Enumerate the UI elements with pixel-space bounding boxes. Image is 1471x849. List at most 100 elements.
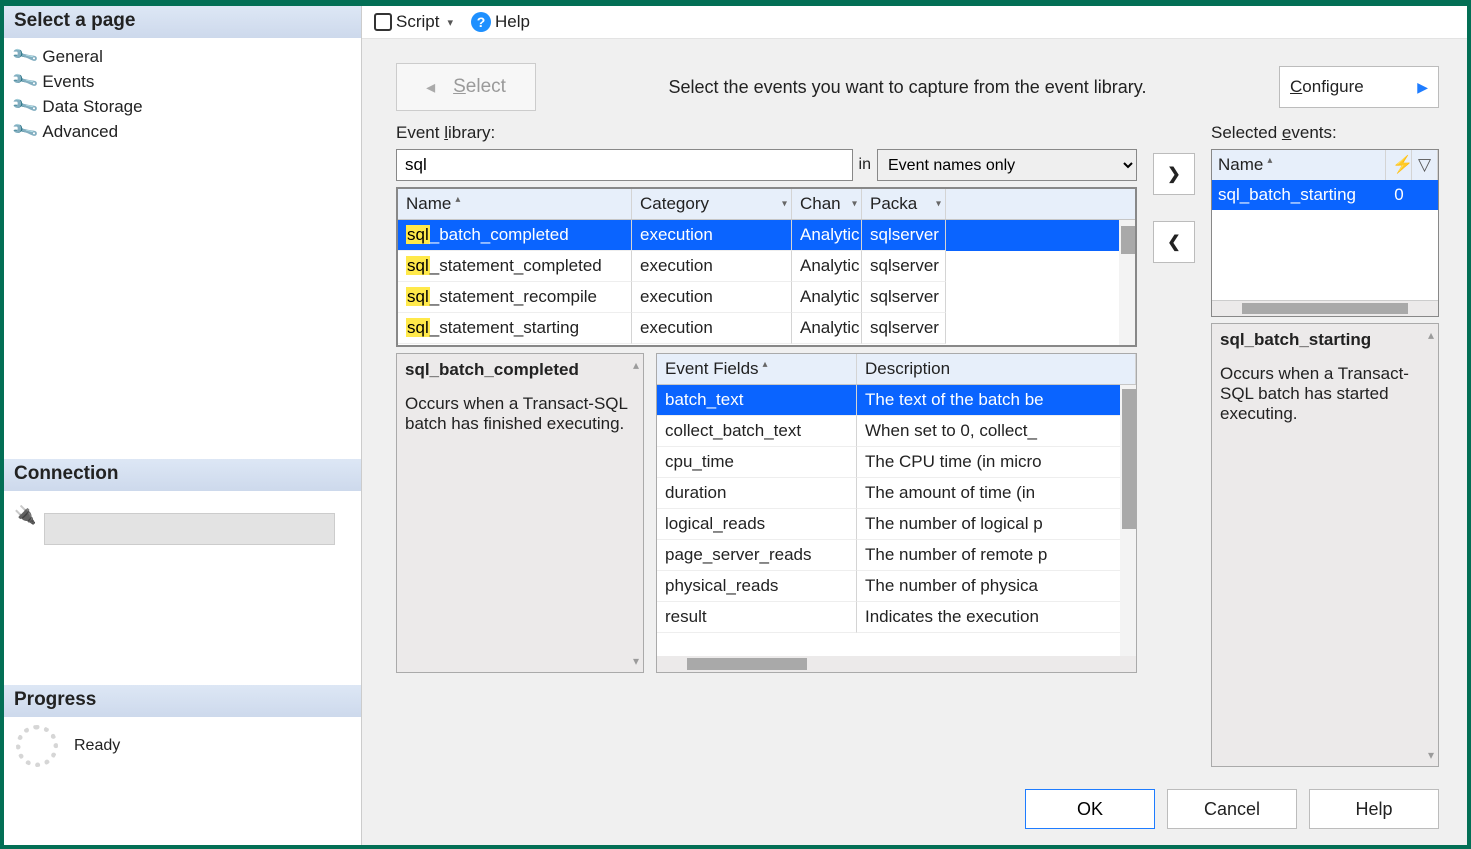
connection-header: Connection (4, 459, 361, 491)
field-row[interactable]: page_server_readsThe number of remote p (657, 540, 1136, 571)
fields-header: Event Fields▴ Description (657, 354, 1136, 385)
left-panel: Select a page 🔧 General 🔧 Events 🔧 Data … (4, 6, 362, 845)
configure-button[interactable]: Configure ▶ (1279, 66, 1439, 108)
col-description[interactable]: Description (857, 354, 1136, 384)
progress-header: Progress (4, 685, 361, 717)
grid-scroll-thumb[interactable] (1121, 226, 1135, 254)
script-label: Script (396, 12, 439, 32)
library-column: Event library: in Event names only Name▴… (396, 123, 1137, 767)
scroll-down-icon[interactable]: ▾ (633, 654, 639, 668)
chevron-right-icon: ❯ (1167, 164, 1180, 184)
add-event-button[interactable]: ❯ (1153, 153, 1195, 195)
selected-hscroll-thumb[interactable] (1242, 303, 1408, 314)
select-page-header: Select a page (4, 6, 361, 38)
page-item-label: Advanced (42, 122, 118, 142)
col-package[interactable]: Packa▾ (862, 189, 946, 219)
page-item-label: Events (42, 72, 94, 92)
field-row[interactable]: logical_readsThe number of logical p (657, 509, 1136, 540)
fields-grid[interactable]: Event Fields▴ Description batch_textThe … (656, 353, 1137, 673)
scroll-up-icon[interactable]: ▴ (1428, 328, 1434, 342)
transfer-buttons: ❯ ❮ (1153, 123, 1195, 767)
field-row[interactable]: collect_batch_textWhen set to 0, collect… (657, 416, 1136, 447)
remove-event-button[interactable]: ❮ (1153, 221, 1195, 263)
selected-body: sql_batch_starting0 (1212, 180, 1438, 300)
help-icon: ? (471, 12, 491, 32)
connection-box[interactable] (44, 513, 335, 545)
scroll-down-icon[interactable]: ▾ (1428, 748, 1434, 762)
library-row[interactable]: sql_statement_startingexecutionAnalytics… (398, 313, 1135, 344)
fields-scroll-thumb[interactable] (1122, 389, 1136, 529)
library-row[interactable]: sql_batch_completedexecutionAnalyticsqls… (398, 220, 1135, 251)
fields-body: batch_textThe text of the batch becollec… (657, 385, 1136, 656)
field-row[interactable]: cpu_timeThe CPU time (in micro (657, 447, 1136, 478)
library-row[interactable]: sql_statement_recompileexecutionAnalytic… (398, 282, 1135, 313)
fields-scrollbar[interactable] (1120, 385, 1136, 656)
content-area: ◂ Select Select the events you want to c… (362, 39, 1467, 775)
page-list: 🔧 General 🔧 Events 🔧 Data Storage 🔧 Adva… (4, 38, 361, 148)
selected-header: Name▴ ⚡ ▽ (1212, 150, 1438, 180)
field-row[interactable]: durationThe amount of time (in (657, 478, 1136, 509)
wrench-icon: 🔧 (10, 117, 40, 146)
event-description-box: ▴ sql_batch_completed Occurs when a Tran… (396, 353, 644, 673)
fields-hscroll[interactable] (657, 656, 1136, 672)
selected-description-box: ▴ sql_batch_starting Occurs when a Trans… (1211, 323, 1439, 767)
event-desc-title: sql_batch_completed (405, 360, 635, 380)
progress-status: Ready (74, 737, 120, 755)
selected-grid[interactable]: Name▴ ⚡ ▽ sql_batch_starting0 (1211, 149, 1439, 317)
selected-row[interactable]: sql_batch_starting0 (1212, 180, 1438, 210)
col-event-fields[interactable]: Event Fields▴ (657, 354, 857, 384)
script-button[interactable]: Script (368, 10, 459, 34)
scroll-up-icon[interactable]: ▴ (633, 358, 639, 372)
back-select-button[interactable]: ◂ Select (396, 63, 536, 111)
col-channel[interactable]: Chan▾ (792, 189, 862, 219)
spinner-icon (16, 725, 58, 767)
col-name[interactable]: Name▴ (398, 189, 632, 219)
wrench-icon: 🔧 (10, 42, 40, 71)
selected-column: Selected events: Name▴ ⚡ ▽ sql_batch_sta… (1211, 123, 1439, 767)
right-panel: Script ? Help ◂ Select Select the events… (362, 6, 1467, 845)
cancel-button[interactable]: Cancel (1167, 789, 1297, 829)
field-row[interactable]: resultIndicates the execution (657, 602, 1136, 633)
page-item-label: Data Storage (42, 97, 142, 117)
plug-icon: 🔌 (14, 505, 36, 526)
page-item-advanced[interactable]: 🔧 Advanced (14, 119, 357, 144)
page-item-general[interactable]: 🔧 General (14, 44, 357, 69)
page-item-data-storage[interactable]: 🔧 Data Storage (14, 94, 357, 119)
selected-label: Selected events: (1211, 123, 1439, 143)
selected-desc-body: Occurs when a Transact-SQL batch has sta… (1220, 364, 1430, 424)
sel-col-name[interactable]: Name▴ (1212, 150, 1386, 180)
library-label: Event library: (396, 123, 1137, 143)
instruction-text: Select the events you want to capture fr… (552, 77, 1263, 98)
help-button[interactable]: Help (1309, 789, 1439, 829)
lightning-icon[interactable]: ⚡ (1386, 150, 1412, 180)
page-item-label: General (42, 47, 102, 67)
ok-button[interactable]: OK (1025, 789, 1155, 829)
search-scope-select[interactable]: Event names only (877, 149, 1137, 181)
select-label: Select (453, 76, 506, 98)
library-search-input[interactable] (396, 149, 853, 181)
library-grid[interactable]: Name▴ Category▾ Chan▾ Packa▾ sql_batch_c… (396, 187, 1137, 347)
filter-icon[interactable]: ▽ (1412, 150, 1438, 180)
page-item-events[interactable]: 🔧 Events (14, 69, 357, 94)
progress-area: Ready (4, 717, 361, 775)
library-row[interactable]: sql_statement_completedexecutionAnalytic… (398, 251, 1135, 282)
event-desc-body: Occurs when a Transact-SQL batch has fin… (405, 394, 635, 434)
wrench-icon: 🔧 (10, 92, 40, 121)
col-category[interactable]: Category▾ (632, 189, 792, 219)
caret-left-icon: ◂ (426, 77, 435, 98)
library-grid-header: Name▴ Category▾ Chan▾ Packa▾ (398, 189, 1135, 220)
selected-hscroll[interactable] (1212, 300, 1438, 316)
mid-area: Event library: in Event names only Name▴… (396, 123, 1439, 767)
top-row: ◂ Select Select the events you want to c… (396, 63, 1439, 111)
configure-label: Configure (1290, 77, 1364, 97)
wrench-icon: 🔧 (10, 67, 40, 96)
in-label: in (859, 156, 871, 174)
help-label: Help (495, 12, 530, 32)
help-button[interactable]: ? Help (465, 10, 536, 34)
fields-hscroll-thumb[interactable] (687, 658, 807, 670)
selected-desc-title: sql_batch_starting (1220, 330, 1430, 350)
detail-row: ▴ sql_batch_completed Occurs when a Tran… (396, 353, 1137, 673)
field-row[interactable]: batch_textThe text of the batch be (657, 385, 1136, 416)
grid-scrollbar[interactable] (1119, 220, 1135, 345)
field-row[interactable]: physical_readsThe number of physica (657, 571, 1136, 602)
